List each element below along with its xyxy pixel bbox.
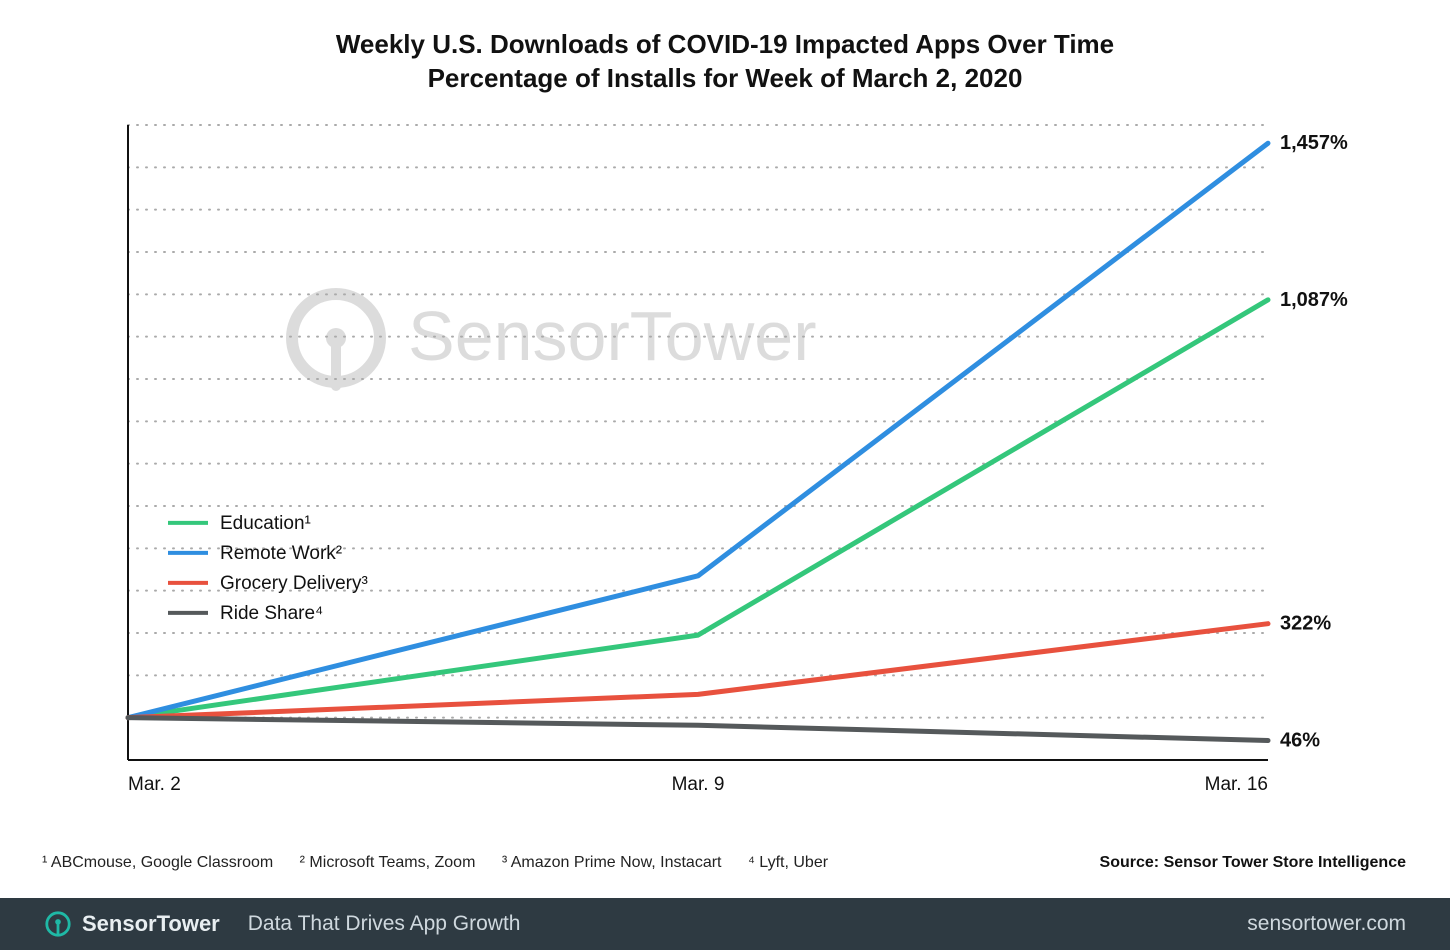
series-line bbox=[128, 718, 1268, 741]
title-line-2: Percentage of Installs for Week of March… bbox=[0, 62, 1450, 96]
title-line-1: Weekly U.S. Downloads of COVID-19 Impact… bbox=[0, 28, 1450, 62]
legend-label: Grocery Delivery³ bbox=[220, 573, 368, 594]
x-tick-label: Mar. 9 bbox=[672, 774, 725, 795]
footer-tagline: Data That Drives App Growth bbox=[248, 912, 521, 936]
legend-label: Education¹ bbox=[220, 513, 311, 534]
footnotes: ¹ ABCmouse, Google Classroom ² Microsoft… bbox=[42, 854, 850, 872]
series-end-label: 322% bbox=[1280, 613, 1331, 635]
footnote-1: ¹ ABCmouse, Google Classroom bbox=[42, 854, 273, 871]
sensortower-icon bbox=[44, 910, 72, 938]
legend-label: Remote Work² bbox=[220, 543, 342, 564]
source-text: Source: Sensor Tower Store Intelligence bbox=[1100, 854, 1406, 872]
series-end-label: 46% bbox=[1280, 730, 1320, 752]
series-end-label: 1,457% bbox=[1280, 132, 1348, 154]
footnote-4: ⁴ Lyft, Uber bbox=[748, 854, 828, 871]
footer-brand: SensorTower bbox=[82, 911, 220, 937]
footnote-3: ³ Amazon Prime Now, Instacart bbox=[502, 854, 722, 871]
footnote-2: ² Microsoft Teams, Zoom bbox=[300, 854, 476, 871]
chart-title: Weekly U.S. Downloads of COVID-19 Impact… bbox=[0, 0, 1450, 96]
chart-container: Weekly U.S. Downloads of COVID-19 Impact… bbox=[0, 0, 1450, 950]
series-line bbox=[128, 624, 1268, 718]
x-tick-label: Mar. 16 bbox=[1205, 774, 1268, 795]
x-tick-label: Mar. 2 bbox=[128, 774, 181, 795]
footer-bar: SensorTower Data That Drives App Growth … bbox=[0, 898, 1450, 950]
chart-svg: SensorTower 0%100%200%300%400%500%600%70… bbox=[118, 115, 1358, 815]
footer-url: sensortower.com bbox=[1247, 912, 1406, 936]
plot-area: SensorTower 0%100%200%300%400%500%600%70… bbox=[118, 115, 1358, 815]
watermark: SensorTower bbox=[292, 294, 817, 386]
series-end-label: 1,087% bbox=[1280, 289, 1348, 311]
series-line bbox=[128, 143, 1268, 717]
legend-label: Ride Share⁴ bbox=[220, 603, 323, 624]
footer-logo: SensorTower bbox=[44, 910, 220, 938]
